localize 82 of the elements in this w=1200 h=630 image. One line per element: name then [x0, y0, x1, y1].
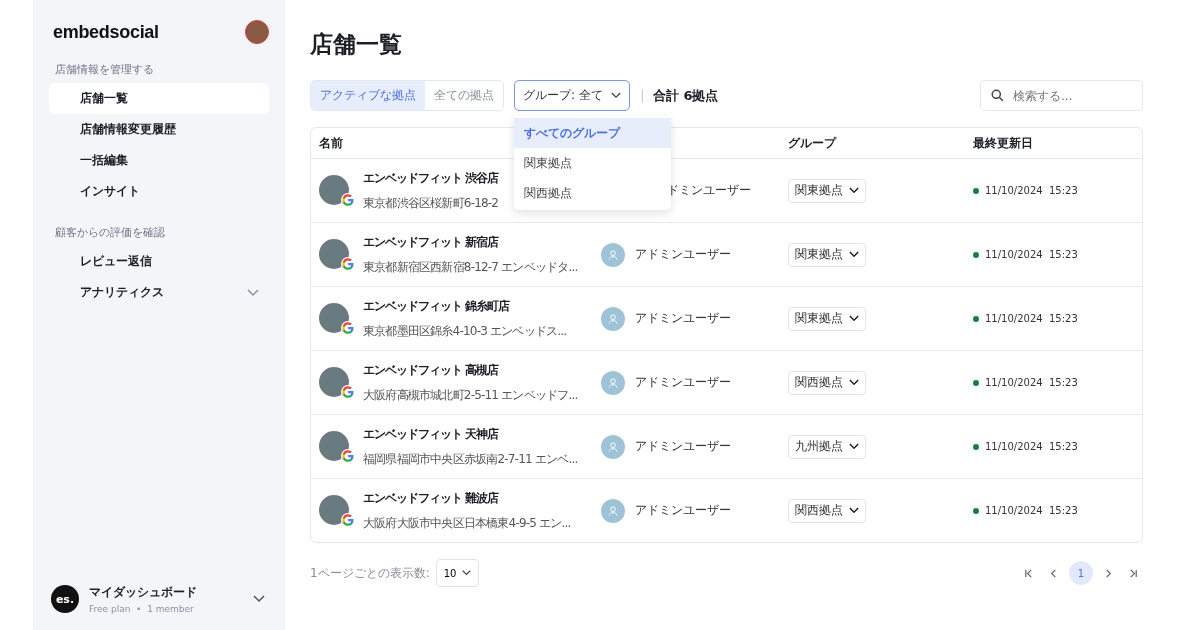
- google-icon: [341, 448, 355, 463]
- store-address: 福岡県福岡市中央区赤坂南2-7-11 エンベ...: [363, 450, 578, 468]
- photo-placeholder: [319, 366, 349, 397]
- nav-item[interactable]: インサイト: [49, 176, 269, 207]
- previous-page-icon[interactable]: [1049, 568, 1058, 578]
- store-name[interactable]: エンベッドフィット 渋谷店: [363, 169, 499, 187]
- user-name: アドミンユーザー: [635, 502, 731, 519]
- google-icon: [341, 192, 355, 207]
- last-page-icon[interactable]: [1129, 568, 1138, 578]
- next-page-icon[interactable]: [1104, 568, 1113, 578]
- filter-tab[interactable]: アクティブな拠点: [311, 81, 425, 110]
- photo-placeholder: [319, 238, 349, 269]
- section-label: 店舗情報を管理する: [54, 62, 155, 77]
- photo-placeholder: [319, 302, 349, 333]
- workspace-name: マイダッシュボード: [89, 584, 198, 601]
- chevron-icon: [849, 187, 859, 194]
- total-count: 合計 6拠点: [652, 86, 719, 105]
- photo-placeholder: [319, 174, 349, 205]
- chevron-icon: [849, 379, 859, 386]
- chevron-icon: [247, 288, 259, 297]
- group-dropdown[interactable]: 関西拠点: [788, 498, 866, 523]
- updated-date: 11/10/2024 15:23: [985, 441, 1078, 452]
- updated-date: 11/10/2024 15:23: [985, 185, 1078, 196]
- user-name: アドミンユーザー: [635, 310, 731, 327]
- section-label: 顧客からの評価を確認: [54, 225, 166, 240]
- logo: embedsocial: [53, 21, 159, 43]
- per-page-dropdown[interactable]: 10: [435, 559, 480, 587]
- column-header: 名前: [319, 135, 343, 150]
- column-header: グループ: [788, 135, 836, 150]
- chevron-icon: [610, 92, 621, 99]
- per-page-label: 1ページごとの表示数:: [310, 564, 430, 582]
- photo-placeholder: [319, 430, 349, 461]
- group-dropdown[interactable]: 関東拠点: [788, 242, 866, 267]
- store-address: 東京都新宿区西新宿8-12-7 エンベッドタ...: [363, 258, 578, 276]
- dropdown-option[interactable]: 関東拠点: [514, 148, 671, 178]
- store-name[interactable]: エンベッドフィット 高槻店: [363, 361, 578, 379]
- group-dropdown[interactable]: 関西拠点: [788, 370, 866, 395]
- chevron-icon: [849, 315, 859, 322]
- google-icon: [341, 256, 355, 271]
- nav-item[interactable]: 店舗一覧: [49, 83, 269, 114]
- nav-item[interactable]: 店舗情報変更履歴: [49, 114, 269, 145]
- photo-placeholder: [319, 494, 349, 525]
- store-name[interactable]: エンベッドフィット 天神店: [363, 425, 578, 443]
- chevron-icon: [849, 443, 859, 450]
- nav-item[interactable]: 一括編集: [49, 145, 269, 176]
- page-title: 店舗一覧: [310, 30, 403, 59]
- store-name[interactable]: エンベッドフィット 難波店: [363, 489, 571, 507]
- store-name[interactable]: エンベッドフィット 錦糸町店: [363, 297, 567, 315]
- chevron-icon: [849, 507, 859, 514]
- workspace-logo: es.: [51, 585, 79, 613]
- chevron-icon: [849, 251, 859, 258]
- column-header: 最終更新日: [973, 135, 1033, 150]
- google-icon: [341, 384, 355, 399]
- nav-item[interactable]: レビュー返信: [49, 246, 269, 277]
- group-dropdown[interactable]: 関東拠点: [788, 306, 866, 331]
- workspace-plan: Free plan • 1 member: [89, 604, 195, 614]
- chevron-icon: [462, 570, 472, 576]
- google-icon: [341, 320, 355, 335]
- user-name: アドミンユーザー: [635, 374, 731, 391]
- user-name: アドミンユーザー: [635, 246, 731, 263]
- store-address: 大阪府高槻市城北町2-5-11 エンベッドフ...: [363, 386, 578, 404]
- group-dropdown[interactable]: 九州拠点: [788, 434, 866, 459]
- page-button[interactable]: 1: [1069, 561, 1093, 585]
- nav-item[interactable]: アナリティクス: [49, 277, 269, 308]
- updated-date: 11/10/2024 15:23: [985, 505, 1078, 516]
- store-address: 大阪府大阪市中央区日本橋東4-9-5 エン...: [363, 514, 571, 532]
- user-name: アドミンユーザー: [635, 438, 731, 455]
- store-name[interactable]: エンベッドフィット 新宿店: [363, 233, 578, 251]
- google-icon: [341, 512, 355, 527]
- chevron-icon[interactable]: [253, 595, 265, 603]
- updated-date: 11/10/2024 15:23: [985, 249, 1078, 260]
- group-dropdown[interactable]: 関東拠点: [788, 178, 866, 203]
- first-page-icon[interactable]: [1024, 568, 1033, 578]
- updated-date: 11/10/2024 15:23: [985, 377, 1078, 388]
- group-dropdown[interactable]: グループ: 全て: [514, 80, 630, 111]
- search-icon: [991, 89, 1004, 102]
- avatar-icon[interactable]: [245, 20, 269, 44]
- search-field[interactable]: 検索する...: [980, 80, 1143, 111]
- store-address: 東京都渋谷区桜新町6-18-2: [363, 194, 499, 212]
- dropdown-option[interactable]: すべてのグループ: [514, 118, 671, 148]
- updated-date: 11/10/2024 15:23: [985, 313, 1078, 324]
- store-address: 東京都墨田区錦糸4-10-3 エンベッドス...: [363, 322, 567, 340]
